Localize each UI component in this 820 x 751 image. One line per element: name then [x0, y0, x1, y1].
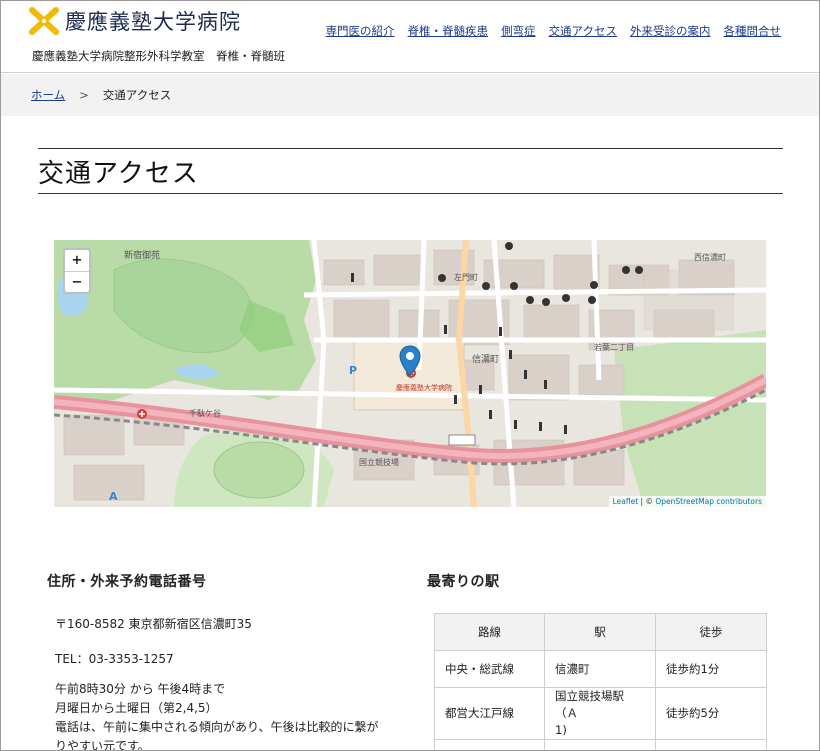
nav-item-specialists[interactable]: 専門医の紹介	[326, 23, 395, 39]
postal-address: 〒160-8582 東京都新宿区信濃町35	[55, 617, 252, 631]
table-row: 都営大江戸線 国立競技場駅（Ａ 1) 徒歩約5分	[434, 687, 767, 740]
map-label-national-stadium: 国立競技場	[359, 457, 399, 467]
osm-link[interactable]: OpenStreetMap contributors	[655, 497, 762, 506]
cell-station-line1: 国立競技場駅（Ａ	[555, 689, 624, 720]
map-label-samoncho: 左門町	[454, 272, 478, 282]
map-label-sendagaya: 千駄ケ谷	[189, 408, 221, 418]
map-attribution: Leaflet | © OpenStreetMap contributors	[608, 496, 766, 507]
page-title: 交通アクセス	[38, 158, 199, 189]
access-map[interactable]: P A 新宿御苑 信濃町 国立競技場 千駄ケ谷 若葉二丁目 左門町 西信濃町 慶應…	[54, 240, 766, 507]
stations-heading: 最寄りの駅	[427, 574, 500, 590]
address-block: 〒160-8582 東京都新宿区信濃町35 TEL：03-3353-1257 午…	[55, 615, 385, 751]
reception-hours: 午前8時30分 から 午後4時まで	[55, 682, 226, 696]
phone-note-line2: りやすい元です。	[55, 739, 150, 751]
cell-walk: 徒歩約1分	[655, 650, 767, 688]
main-nav: 専門医の紹介 脊椎・脊髄疾患 側弯症 交通アクセス 外来受診の案内 各種問合せ	[326, 23, 781, 39]
page-title-bar: 交通アクセス	[38, 148, 783, 194]
cell-line: 都営大江戸線	[434, 687, 545, 740]
map-label-hospital: 慶應義塾大学病院	[396, 383, 452, 392]
map-label-shinjuku-gyoen: 新宿御苑	[124, 249, 160, 261]
reception-days: 月曜日から土曜日（第2,4,5）	[55, 701, 218, 715]
map-label-wakaba: 若葉二丁目	[594, 342, 634, 352]
map-label-shinanomachi: 信濃町	[472, 353, 499, 365]
phone-note-line1: 電話は、午前に集中される傾向があり、午後は比較的に繋が	[55, 720, 379, 734]
site-header: 慶應義塾大学病院 慶應義塾大学病院整形外科学教室 脊椎・脊髄班 専門医の紹介 脊…	[1, 1, 819, 73]
site-logo[interactable]: 慶應義塾大学病院	[29, 6, 241, 36]
keio-pen-logo-icon	[29, 7, 59, 35]
column-header-line: 路線	[434, 613, 545, 651]
map-label-nishi-shinanomachi: 西信濃町	[694, 252, 726, 262]
svg-text:A: A	[109, 490, 118, 503]
site-subtitle: 慶應義塾大学病院整形外科学教室 脊椎・脊髄班	[32, 49, 285, 63]
nav-item-contact[interactable]: 各種問合せ	[724, 23, 782, 39]
nav-item-outpatient[interactable]: 外来受診の案内	[630, 23, 711, 39]
site-name: 慶應義塾大学病院	[65, 10, 241, 34]
nav-item-spine-diseases[interactable]: 脊椎・脊髄疾患	[408, 23, 489, 39]
browser-frame: 慶應義塾大学病院 慶應義塾大学病院整形外科学教室 脊椎・脊髄班 専門医の紹介 脊…	[0, 0, 820, 751]
cell-station: 信濃町	[544, 650, 656, 688]
svg-text:P: P	[349, 364, 357, 377]
phone-number: TEL：03-3353-1257	[55, 652, 174, 666]
map-zoom-control: + −	[63, 248, 91, 294]
breadcrumb-home-link[interactable]: ホーム	[31, 87, 65, 103]
cell-line: 中央・総武線	[434, 650, 545, 688]
table-row	[434, 739, 767, 750]
cell-walk: 徒歩約5分	[655, 687, 767, 740]
zoom-out-button[interactable]: −	[65, 271, 89, 292]
nav-item-scoliosis[interactable]: 側弯症	[501, 23, 536, 39]
column-header-walk: 徒歩	[655, 613, 767, 651]
cell-station: 国立競技場駅（Ａ 1)	[544, 687, 656, 740]
breadcrumb-current: 交通アクセス	[102, 88, 172, 102]
stations-table: 路線 駅 徒歩 中央・総武線 信濃町 徒歩約1分 都営大江戸線 国立競技場駅（Ａ…	[434, 613, 767, 750]
leaflet-link[interactable]: Leaflet	[613, 497, 639, 506]
column-header-station: 駅	[544, 613, 656, 651]
nav-item-access[interactable]: 交通アクセス	[549, 23, 617, 39]
table-header-row: 路線 駅 徒歩	[434, 613, 767, 651]
zoom-in-button[interactable]: +	[65, 250, 89, 271]
breadcrumb: ホーム > 交通アクセス	[1, 74, 819, 116]
address-heading: 住所・外来予約電話番号	[47, 574, 207, 590]
location-marker-icon[interactable]	[399, 345, 421, 377]
attribution-separator: | ©	[638, 497, 656, 506]
table-row: 中央・総武線 信濃町 徒歩約1分	[434, 650, 767, 688]
cell-station-line2: 1)	[555, 723, 567, 737]
breadcrumb-separator: >	[79, 88, 89, 102]
